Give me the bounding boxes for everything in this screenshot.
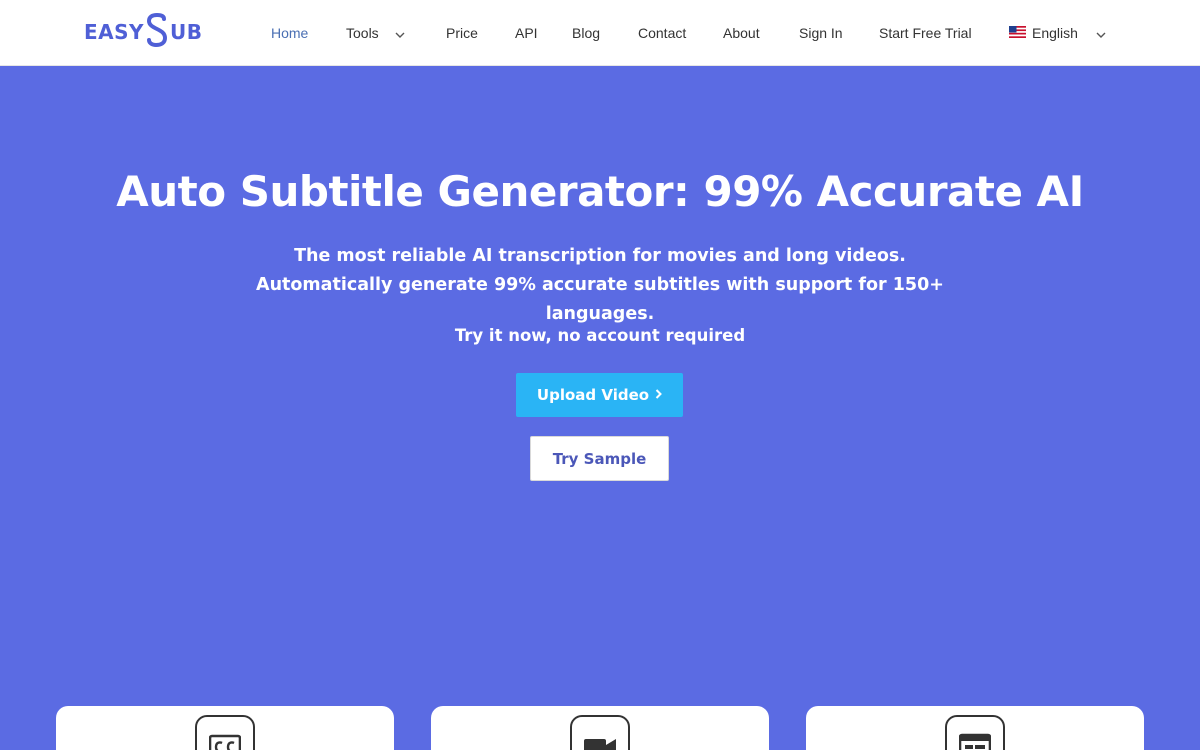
nav-tools-label: Tools [346, 25, 379, 41]
logo-text-prefix: EASY [84, 20, 145, 44]
easysub-logo[interactable]: EASY UB [84, 12, 203, 52]
browser-window-icon [945, 715, 1005, 750]
nav-blog[interactable]: Blog [572, 22, 600, 44]
chevron-right-icon [655, 387, 662, 403]
hero-try-note: Try it now, no account required [454, 326, 746, 345]
nav-api[interactable]: API [515, 22, 538, 44]
top-navbar: EASY UB Home Tools Price API Blog Contac… [0, 0, 1200, 66]
feature-card-video [431, 706, 769, 750]
feature-card-subtitles [56, 706, 394, 750]
closed-caption-icon [195, 715, 255, 750]
nav-contact[interactable]: Contact [638, 22, 686, 44]
video-camera-icon [570, 715, 630, 750]
hero-subtitle: The most reliable AI transcription for m… [256, 246, 944, 324]
logo-text-suffix: UB [170, 20, 203, 44]
feature-card-browser [806, 706, 1144, 750]
nav-tools[interactable]: Tools [346, 22, 405, 44]
try-sample-button[interactable]: Try Sample [530, 436, 669, 481]
chevron-down-icon [395, 25, 405, 41]
us-flag-icon [1009, 25, 1026, 41]
language-label: English [1032, 25, 1078, 41]
nav-home[interactable]: Home [271, 22, 308, 44]
nav-sign-in[interactable]: Sign In [799, 22, 843, 44]
upload-video-label: Upload Video [536, 386, 650, 404]
language-selector[interactable]: English [1009, 22, 1106, 44]
hero-title: Auto Subtitle Generator: 99% Accurate AI [116, 167, 1084, 216]
upload-video-button[interactable]: Upload Video [516, 373, 683, 417]
nav-start-free-trial[interactable]: Start Free Trial [879, 22, 972, 44]
nav-price[interactable]: Price [446, 22, 478, 44]
chevron-down-icon [1096, 25, 1106, 41]
logo-s-mark [145, 12, 169, 52]
nav-about[interactable]: About [723, 22, 760, 44]
